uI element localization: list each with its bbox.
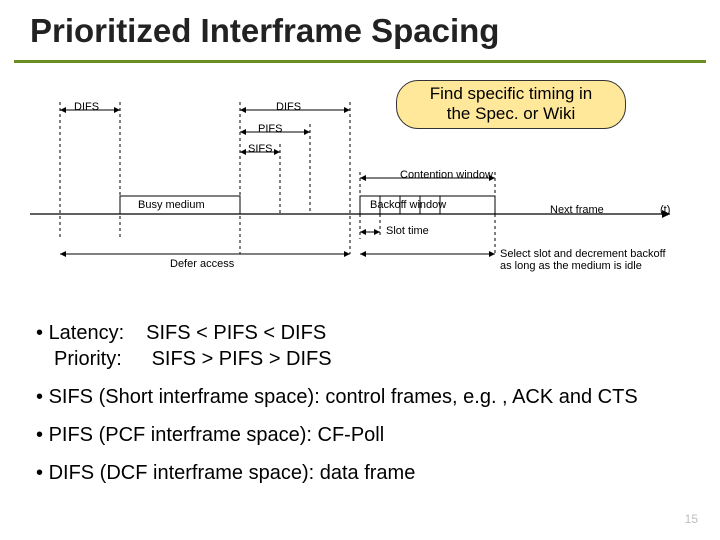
- pifs-text: PIFS (PCF interframe space): CF-Poll: [49, 424, 385, 446]
- label-busy-medium: Busy medium: [138, 199, 205, 211]
- timing-diagram: DIFS DIFS PIFS SIFS Busy medium Contenti…: [30, 84, 690, 299]
- page-number: 15: [685, 512, 698, 526]
- label-contention-window: Contention window: [400, 169, 493, 181]
- latency-label: Latency:: [49, 320, 141, 346]
- label-pifs: PIFS: [258, 123, 282, 135]
- bullet-pifs: • PIFS (PCF interframe space): CF-Poll: [36, 422, 686, 448]
- label-next-frame: Next frame: [550, 204, 604, 216]
- label-difs-1: DIFS: [74, 101, 99, 113]
- label-slot-time: Slot time: [386, 225, 429, 237]
- label-time-axis: (t): [660, 204, 670, 216]
- label-difs-2: DIFS: [276, 101, 301, 113]
- label-backoff-window: Backoff window: [370, 199, 446, 211]
- latency-value: SIFS < PIFS < DIFS: [146, 322, 326, 344]
- bullet-sifs: • SIFS (Short interframe space): control…: [36, 384, 686, 410]
- label-select-slot-1: Select slot and decrement backoff: [500, 248, 666, 260]
- label-select-slot-2: as long as the medium is idle: [500, 260, 642, 272]
- label-sifs: SIFS: [248, 143, 272, 155]
- priority-label: Priority:: [54, 346, 146, 372]
- difs-text: DIFS (DCF interframe space): data frame: [49, 462, 416, 484]
- bullet-list: • Latency: SIFS < PIFS < DIFS Priority: …: [36, 320, 686, 498]
- label-defer-access: Defer access: [170, 258, 234, 270]
- title-underline: [14, 60, 706, 63]
- slide-title: Prioritized Interframe Spacing: [30, 12, 499, 50]
- bullet-latency-priority: • Latency: SIFS < PIFS < DIFS Priority: …: [36, 320, 686, 372]
- bullet-difs: • DIFS (DCF interframe space): data fram…: [36, 460, 686, 486]
- sifs-text: SIFS (Short interframe space): control f…: [49, 386, 638, 408]
- priority-value: SIFS > PIFS > DIFS: [152, 348, 332, 370]
